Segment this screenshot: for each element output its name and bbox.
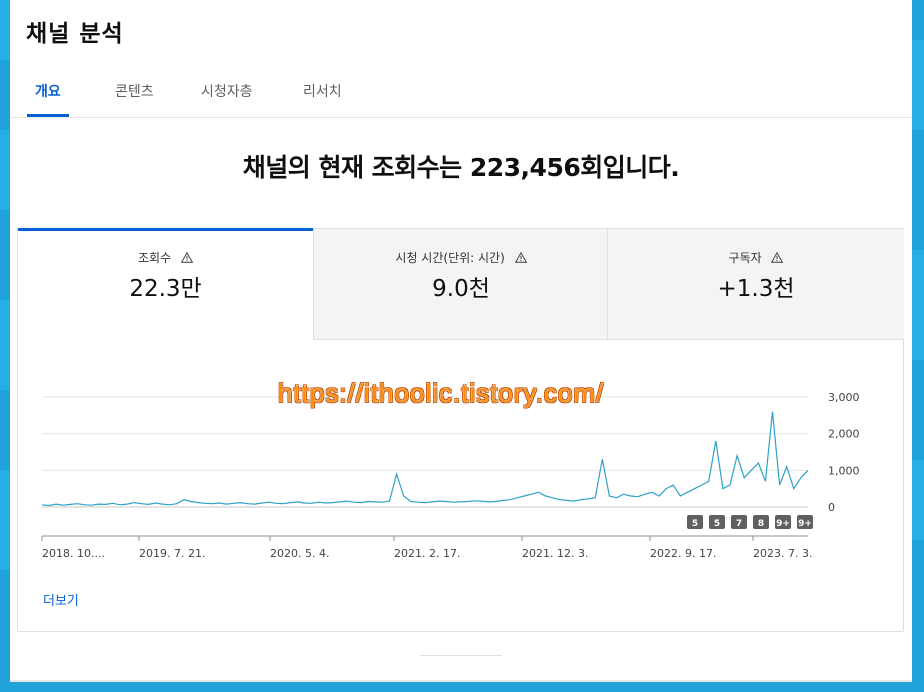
background-tile — [0, 0, 10, 60]
annotation-badge-label: 9+ — [798, 519, 812, 529]
metrics-card: 조회수 22.3만 시청 시간(단위: 시간) 9.0천 구독자 +1.3천 3… — [17, 228, 904, 632]
annotation-badge-label: 5 — [692, 519, 698, 529]
tab-label: 개요 — [35, 84, 61, 100]
analytics-panel: 채널 분석 개요 콘텐츠 시청자층 리서치 채널의 현재 조회수는 223,45… — [10, 0, 912, 682]
background-tile — [0, 470, 10, 570]
metric-views[interactable]: 조회수 22.3만 — [18, 228, 313, 339]
y-tick-label: 1,000 — [828, 464, 860, 477]
tab-audience[interactable]: 시청자층 — [201, 83, 253, 116]
warning-icon[interactable] — [514, 251, 527, 263]
divider — [420, 655, 502, 656]
y-tick-label: 0 — [828, 501, 835, 514]
x-tick-label: 2021. 2. 17. — [394, 547, 460, 560]
metric-value: 22.3만 — [129, 276, 202, 302]
annotation-badge-label: 7 — [736, 519, 742, 529]
annotation-badge-label: 8 — [758, 519, 764, 529]
x-tick-label: 2018. 10.... — [42, 547, 105, 560]
y-tick-label: 3,000 — [828, 391, 860, 404]
background-tile — [912, 250, 924, 360]
metric-value: +1.3천 — [717, 276, 795, 302]
tab-label: 콘텐츠 — [115, 84, 154, 100]
tab-label: 시청자층 — [201, 84, 253, 100]
series-line — [41, 411, 809, 507]
tab-label: 리서치 — [303, 84, 342, 100]
metric-subscribers[interactable]: 구독자 +1.3천 — [607, 229, 904, 340]
annotation-badge-label: 9+ — [776, 519, 790, 529]
x-tick-label: 2022. 9. 17. — [650, 547, 716, 560]
metric-label-text: 조회수 — [138, 251, 172, 265]
metric-label: 시청 시간(단위: 시간) — [314, 249, 608, 266]
tab-active-indicator — [27, 114, 69, 117]
annotation-badge-label: 5 — [714, 519, 720, 529]
metric-label-text: 시청 시간(단위: 시간) — [395, 251, 505, 265]
see-more-link[interactable]: 더보기 — [43, 590, 79, 609]
tab-overview[interactable]: 개요 — [27, 83, 69, 117]
metric-label: 구독자 — [608, 249, 904, 266]
background-tile — [912, 460, 924, 540]
tab-content[interactable]: 콘텐츠 — [115, 83, 154, 116]
x-tick-label: 2021. 12. 3. — [522, 547, 588, 560]
metric-label: 조회수 — [18, 249, 313, 266]
x-tick-label: 2020. 5. 4. — [270, 547, 329, 560]
metric-watch-time[interactable]: 시청 시간(단위: 시간) 9.0천 — [313, 229, 608, 340]
watermark-url: https://ithoolic.tistory.com/ — [278, 378, 605, 408]
background-tile — [0, 300, 10, 390]
x-tick-label: 2023. 7. 3. — [753, 547, 812, 560]
metric-value: 9.0천 — [432, 276, 490, 302]
tab-bar: 개요 콘텐츠 시청자층 리서치 — [10, 80, 912, 118]
page-title: 채널 분석 — [26, 21, 124, 47]
warning-icon[interactable] — [771, 251, 784, 263]
view-count-headline: 채널의 현재 조회수는 223,456회입니다. — [242, 153, 680, 182]
x-tick-label: 2019. 7. 21. — [139, 547, 205, 560]
background-tile — [0, 130, 10, 210]
metric-label-text: 구독자 — [728, 251, 762, 265]
warning-icon[interactable] — [180, 251, 194, 263]
tab-research[interactable]: 리서치 — [303, 83, 342, 116]
y-tick-label: 2,000 — [828, 428, 860, 441]
background-tile — [912, 40, 924, 130]
